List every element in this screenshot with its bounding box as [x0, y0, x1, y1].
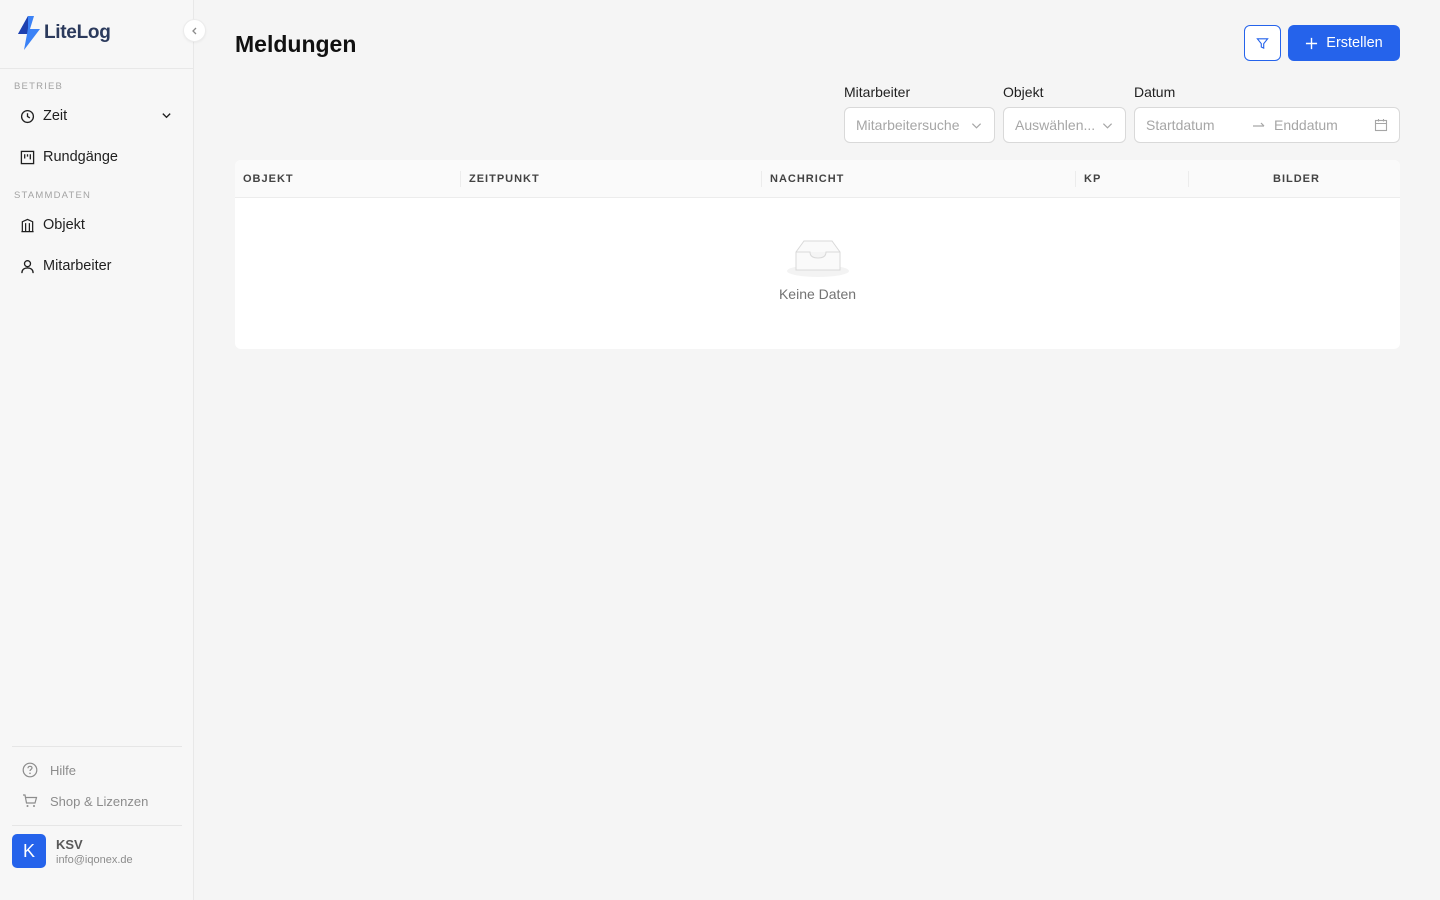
sidebar-item-zeit[interactable]: Zeit [12, 99, 182, 133]
board-icon [20, 150, 35, 164]
date-filter-label: Datum [1134, 84, 1176, 100]
column-header-zeitpunkt[interactable]: ZEITPUNKT [469, 160, 540, 198]
chevron-down-icon [162, 113, 171, 119]
section-label-stammdaten: STAMMDATEN [14, 190, 92, 201]
logo[interactable]: LiteLog [16, 16, 111, 50]
user-profile[interactable]: K KSV info@iqonex.de [12, 834, 133, 868]
hilfe-label: Hilfe [50, 762, 77, 778]
page-title: Meldungen [235, 31, 357, 57]
employee-select-placeholder: Mitarbeitersuche [856, 117, 960, 133]
sidebar-footer-hilfe[interactable]: Hilfe [22, 762, 76, 778]
column-header-kp[interactable]: KP [1084, 160, 1101, 198]
arrow-right-icon [1253, 122, 1265, 127]
section-label-betrieb: BETRIEB [14, 81, 64, 92]
object-filter-label: Objekt [1003, 84, 1044, 100]
sidebar-footer-shop[interactable]: Shop & Lizenzen [22, 793, 148, 809]
chevron-left-icon [191, 27, 196, 34]
column-separator [460, 171, 461, 187]
object-select[interactable]: Auswählen... [1003, 107, 1126, 143]
table-header: OBJEKT ZEITPUNKT NACHRICHT KP BILDER [235, 160, 1400, 198]
sidebar-item-mitarbeiter[interactable]: Mitarbeiter [12, 249, 182, 283]
column-header-objekt[interactable]: OBJEKT [243, 160, 294, 198]
empty-inbox-icon [786, 240, 849, 277]
help-icon [22, 762, 38, 778]
chevron-down-icon [1102, 123, 1113, 129]
empty-state-text: Keine Daten [778, 286, 857, 302]
column-separator [1075, 171, 1076, 187]
column-separator [761, 171, 762, 187]
shop-label: Shop & Lizenzen [50, 793, 149, 809]
user-name: KSV [56, 836, 83, 852]
avatar: K [12, 834, 46, 868]
object-select-placeholder: Auswählen... [1015, 117, 1096, 133]
filter-icon [1256, 37, 1269, 49]
lightning-logo-icon [18, 16, 40, 50]
user-email: info@iqonex.de [56, 853, 133, 866]
sidebar-item-label: Objekt [43, 217, 85, 233]
column-header-nachricht[interactable]: NACHRICHT [770, 160, 844, 198]
create-button-label: Erstellen [1326, 35, 1383, 51]
cart-icon [23, 794, 38, 807]
chevron-down-icon [971, 123, 982, 129]
messages-table: OBJEKT ZEITPUNKT NACHRICHT KP BILDER Kei… [235, 160, 1400, 349]
sidebar-item-label: Rundgänge [43, 149, 118, 165]
empty-state: Keine Daten [235, 236, 1400, 302]
column-separator [1188, 171, 1189, 187]
collapse-sidebar-button[interactable] [183, 19, 206, 42]
sidebar-item-rundgaenge[interactable]: Rundgänge [12, 140, 182, 174]
employee-select[interactable]: Mitarbeitersuche [844, 107, 995, 143]
clock-icon [20, 109, 35, 123]
end-date-input[interactable]: Enddatum [1274, 117, 1338, 133]
filter-button[interactable] [1244, 25, 1281, 61]
sidebar-divider [12, 825, 182, 826]
plus-icon [1306, 37, 1318, 49]
sidebar-item-label: Mitarbeiter [43, 258, 112, 274]
sidebar: LiteLog BETRIEB Zeit Rundgänge STAMMDATE… [0, 0, 206, 900]
sidebar-item-label: Zeit [43, 108, 68, 124]
calendar-icon [1374, 119, 1388, 132]
date-range-picker[interactable]: Startdatum Enddatum [1134, 107, 1400, 143]
sidebar-divider [12, 746, 182, 747]
column-header-bilder[interactable]: BILDER [1273, 160, 1320, 198]
create-button[interactable]: Erstellen [1288, 25, 1400, 61]
logo-text: LiteLog [44, 22, 111, 43]
user-icon [21, 259, 34, 273]
start-date-input[interactable]: Startdatum [1146, 117, 1214, 133]
employee-filter-label: Mitarbeiter [844, 84, 911, 100]
sidebar-item-objekt[interactable]: Objekt [12, 208, 182, 242]
logo-row: LiteLog [0, 0, 193, 69]
building-icon [21, 218, 34, 232]
